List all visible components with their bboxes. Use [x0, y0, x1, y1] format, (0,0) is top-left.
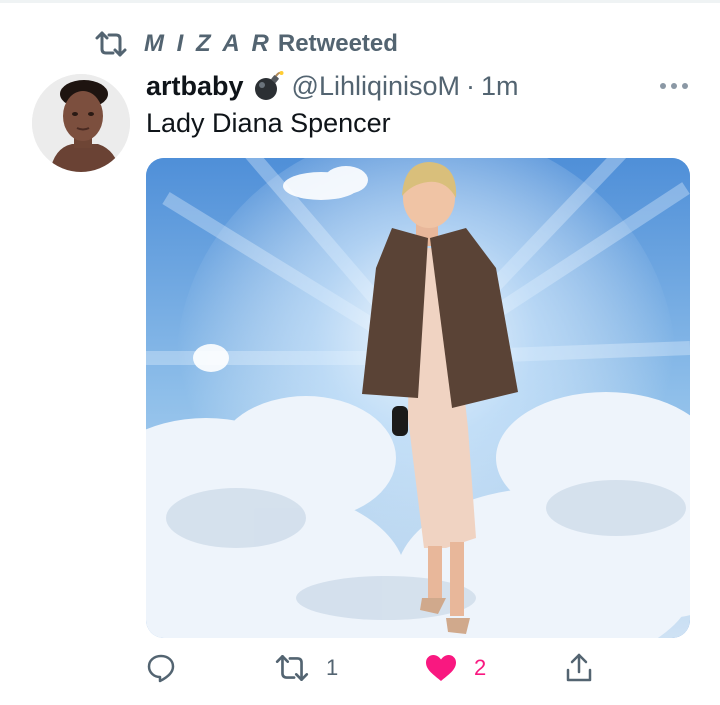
retweeted-label: Retweeted: [277, 30, 398, 57]
tweet-header: artbaby @LihliqinisoM · 1m: [146, 66, 519, 106]
top-divider: [0, 0, 720, 3]
tweet-action-bar: 1 2: [146, 648, 616, 688]
photo-illustration: [146, 158, 690, 638]
retweet-icon: [95, 31, 127, 57]
heart-filled-icon: [426, 655, 456, 681]
tweet-timestamp[interactable]: 1m: [481, 71, 519, 102]
author-handle[interactable]: @LihliqinisoM: [292, 71, 460, 102]
share-button[interactable]: [564, 648, 594, 688]
retweet-banner[interactable]: M I Z A R Retweeted: [94, 28, 398, 60]
retweet-count: 1: [326, 655, 339, 680]
more-options-button[interactable]: [656, 72, 692, 100]
retweet-button[interactable]: 1: [274, 648, 338, 688]
avatar-image: [32, 74, 130, 172]
tweet-media-image[interactable]: [146, 158, 690, 638]
separator-dot: ·: [466, 70, 476, 101]
more-icon: [660, 83, 688, 89]
share-icon: [566, 653, 592, 682]
retweeter-name[interactable]: M I Z A R: [144, 30, 272, 58]
like-count: 2: [474, 655, 487, 680]
bomb-icon: [254, 71, 284, 100]
reply-button[interactable]: [146, 648, 192, 688]
like-button[interactable]: 2: [424, 648, 486, 688]
retweet-icon: [275, 655, 309, 681]
author-display-name[interactable]: artbaby: [146, 71, 244, 102]
tweet-text: Lady Diana Spencer: [146, 108, 391, 138]
reply-icon: [147, 654, 175, 683]
avatar[interactable]: [32, 74, 130, 172]
